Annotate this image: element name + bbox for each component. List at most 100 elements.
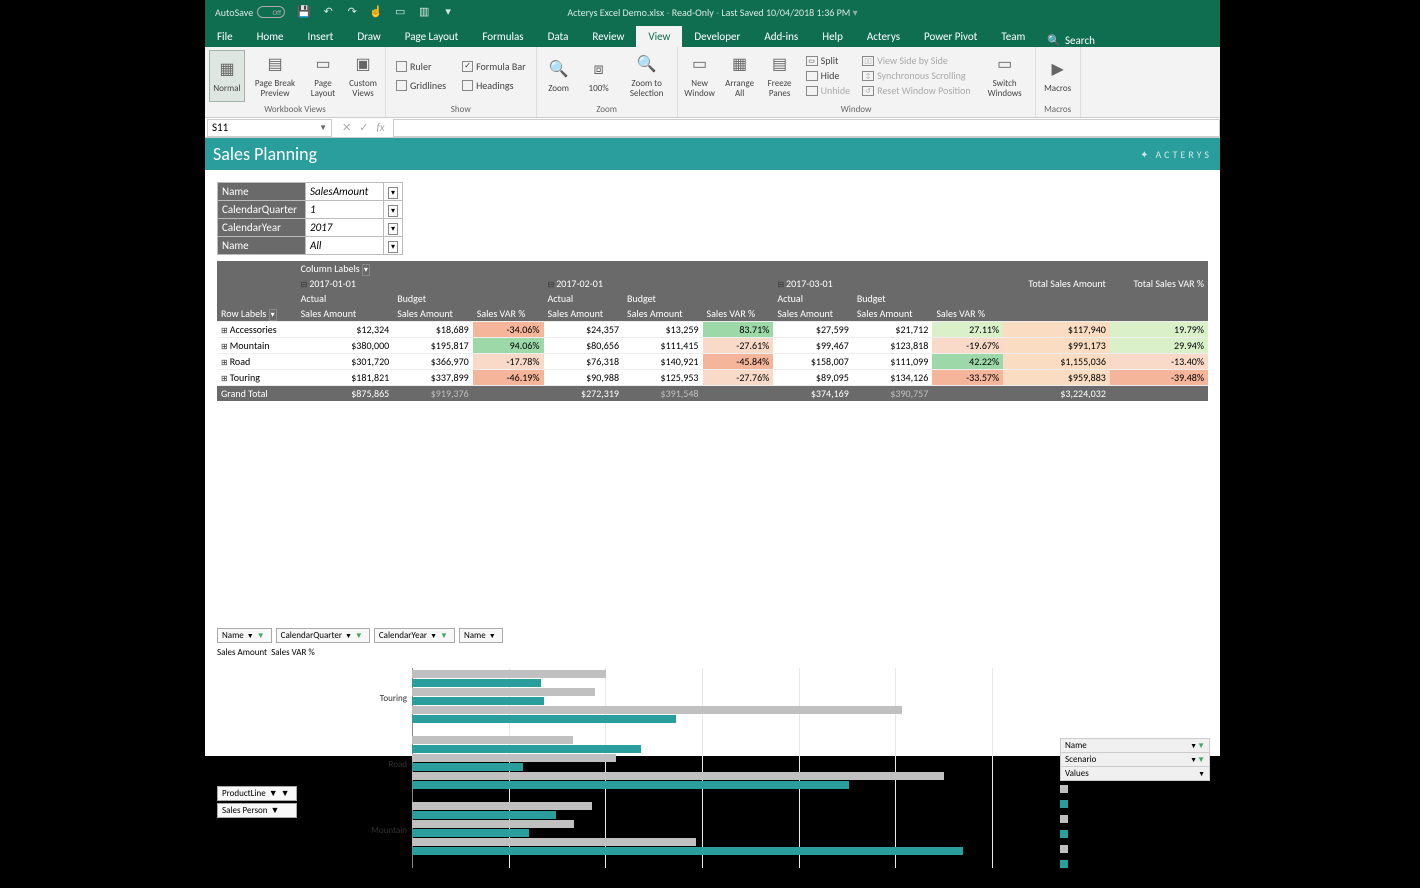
ribbon-tabs: File Home Insert Draw Page Layout Formul…: [205, 24, 1220, 47]
name-box[interactable]: S11▼: [207, 119, 332, 137]
filter-label-name2: Name: [218, 237, 306, 255]
macros-icon: ▶: [1046, 58, 1070, 82]
chart-filter-cy[interactable]: CalendarYear▼▼: [374, 628, 455, 643]
chart-axis-salesperson[interactable]: Sales Person▼: [217, 803, 297, 818]
newwindow-icon: ▭: [688, 53, 712, 77]
report-title: Sales Planning: [213, 143, 317, 165]
funnel-icon: ▼: [1197, 755, 1205, 765]
redo-icon[interactable]: ↷: [345, 5, 359, 19]
group-workbook-views: Workbook Views: [209, 102, 381, 117]
filter-icon: ▾: [388, 205, 398, 217]
legend-item: 2017-03-01 - Actual - Sales Amount: [1060, 796, 1210, 811]
reset-pos-button[interactable]: ↺Reset Window Position: [862, 84, 971, 97]
filter-label-cq: CalendarQuarter: [218, 201, 306, 219]
enter-fx-icon[interactable]: ✓: [359, 121, 368, 134]
zoom-selection-button[interactable]: 🔍Zoom to Selection: [621, 50, 673, 102]
syncscroll-icon: ↕: [862, 71, 874, 81]
tab-addins[interactable]: Add-ins: [752, 26, 810, 47]
filter-dropdown[interactable]: ▾: [384, 237, 403, 255]
funnel-icon: ▼: [281, 788, 290, 799]
fx-icon[interactable]: fx: [376, 121, 384, 134]
tab-formulas[interactable]: Formulas: [470, 26, 535, 47]
chk-gridlines[interactable]: Gridlines: [396, 79, 446, 92]
legend-field-name[interactable]: Name▼▼: [1060, 738, 1210, 752]
chart-filter-name2[interactable]: Name▼: [459, 628, 503, 643]
zoom-100-button[interactable]: ⧈100%: [581, 50, 617, 102]
switch-windows-button[interactable]: ▭Switch Windows: [979, 50, 1031, 102]
tell-me-search[interactable]: 🔍 Search: [1047, 34, 1095, 47]
unhide-button[interactable]: Unhide: [806, 84, 850, 97]
formula-input[interactable]: [393, 119, 1220, 137]
funnel-icon: ▼: [355, 631, 363, 641]
macros-button[interactable]: ▶Macros: [1040, 50, 1076, 102]
save-icon[interactable]: 💾: [297, 5, 311, 19]
tab-data[interactable]: Data: [536, 26, 581, 47]
filter-value-name[interactable]: SalesAmount: [306, 183, 384, 201]
arrange-all-button[interactable]: ▦Arrange All: [722, 50, 758, 102]
group-window: Window: [682, 102, 1031, 117]
filter-value-name2[interactable]: All: [306, 237, 384, 255]
chart-filter-cq[interactable]: CalendarQuarter▼▼: [276, 628, 370, 643]
tab-file[interactable]: File: [205, 26, 245, 47]
filter-value-cq[interactable]: 1: [306, 201, 384, 219]
filter-dropdown[interactable]: ▾: [384, 183, 403, 201]
cancel-fx-icon[interactable]: ✕: [342, 121, 351, 134]
freeze-panes-button[interactable]: ▤Freeze Panes: [762, 50, 798, 102]
side-by-side-button[interactable]: ▯▯View Side by Side: [862, 54, 971, 67]
chart-values-svp[interactable]: Sales VAR %: [271, 647, 315, 658]
newfile-icon[interactable]: ▭: [393, 5, 407, 19]
filter-dropdown[interactable]: ▾: [384, 201, 403, 219]
pivot-table[interactable]: Column Labels ▾⊟2017-01-01⊟2017-02-01⊟20…: [217, 261, 1208, 401]
tab-powerpivot[interactable]: Power Pivot: [912, 26, 989, 47]
filter-icon: ▾: [388, 187, 398, 199]
view-normal-button[interactable]: ▦Normal: [209, 50, 245, 102]
ribbon: ▦Normal ▤Page Break Preview ▭Page Layout…: [205, 47, 1220, 118]
tab-team[interactable]: Team: [989, 26, 1037, 47]
split-button[interactable]: ▭Split: [806, 54, 850, 67]
zoom-button[interactable]: 🔍Zoom: [541, 50, 577, 102]
filter-value-cy[interactable]: 2017: [306, 219, 384, 237]
qat-customize-icon[interactable]: ▾: [441, 5, 455, 19]
zoomsel-icon: 🔍: [635, 53, 659, 77]
autosave-label: AutoSave: [215, 6, 253, 19]
pagelayout-icon: ▭: [311, 53, 335, 77]
report-banner: Sales Planning ✦ACTERYS: [205, 138, 1220, 170]
tab-view[interactable]: View: [636, 26, 682, 47]
new-window-button[interactable]: ▭New Window: [682, 50, 718, 102]
chart-axis-productline[interactable]: ProductLine▼▼: [217, 786, 297, 801]
chart-values-sa[interactable]: Sales Amount: [217, 647, 267, 658]
chk-formulabar[interactable]: ✓Formula Bar: [462, 60, 526, 73]
switchwin-icon: ▭: [993, 53, 1017, 77]
sidebyside-icon: ▯▯: [862, 56, 874, 66]
touch-icon[interactable]: ☝: [369, 5, 383, 19]
pagebreak-icon: ▤: [263, 53, 287, 77]
tab-help[interactable]: Help: [810, 26, 855, 47]
legend-field-scenario[interactable]: Scenario▼▼: [1060, 752, 1210, 766]
tab-review[interactable]: Review: [580, 26, 636, 47]
pivot-chart[interactable]: Name▼▼ CalendarQuarter▼▼ CalendarYear▼▼ …: [217, 628, 1220, 888]
tab-developer[interactable]: Developer: [682, 26, 752, 47]
chk-ruler[interactable]: Ruler: [396, 60, 446, 73]
hide-button[interactable]: Hide: [806, 69, 850, 82]
chk-headings[interactable]: Headings: [462, 79, 526, 92]
hide-icon: [806, 71, 818, 81]
tab-home[interactable]: Home: [245, 26, 296, 47]
legend-field-values[interactable]: Values▼: [1060, 766, 1210, 781]
open-icon[interactable]: ▥: [417, 5, 431, 19]
tab-pagelayout[interactable]: Page Layout: [393, 26, 471, 47]
tab-insert[interactable]: Insert: [296, 26, 346, 47]
legend-item: 2017-01-01 - Actual - Sales Amount: [1060, 856, 1210, 871]
tab-acterys[interactable]: Acterys: [855, 26, 912, 47]
funnel-icon: ▼: [440, 631, 448, 641]
filter-dropdown[interactable]: ▾: [384, 219, 403, 237]
funnel-icon: ▼: [1197, 741, 1205, 751]
zoom100-icon: ⧈: [587, 58, 611, 82]
view-pagelayout-button[interactable]: ▭Page Layout: [305, 50, 341, 102]
chart-filter-name[interactable]: Name▼▼: [217, 628, 272, 643]
undo-icon[interactable]: ↶: [321, 5, 335, 19]
sync-scroll-button[interactable]: ↕Synchronous Scrolling: [862, 69, 971, 82]
view-custom-button[interactable]: ▣Custom Views: [345, 50, 381, 102]
tab-draw[interactable]: Draw: [345, 26, 392, 47]
autosave-toggle[interactable]: Off: [257, 6, 285, 18]
view-pagebreak-button[interactable]: ▤Page Break Preview: [249, 50, 301, 102]
